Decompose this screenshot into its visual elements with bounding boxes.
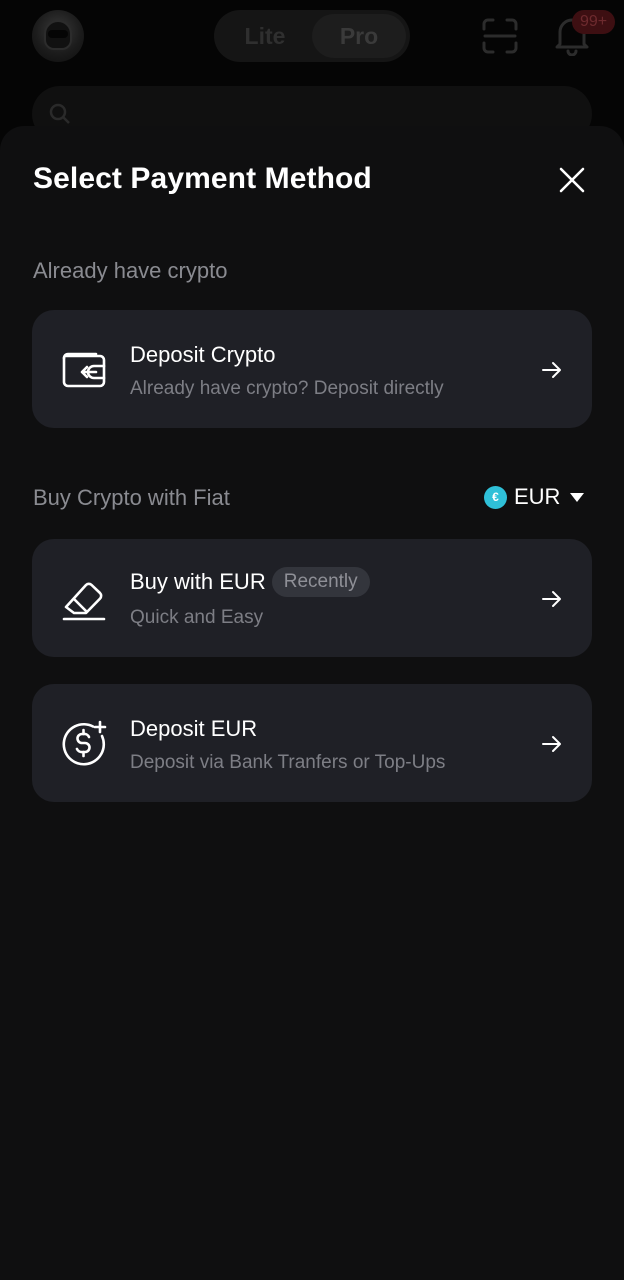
mode-toggle[interactable]: Lite Pro xyxy=(214,10,410,62)
wallet-deposit-icon xyxy=(62,352,106,388)
caret-down-icon xyxy=(570,492,585,502)
section-label-fiat: Buy Crypto with Fiat xyxy=(33,485,230,510)
option-title-text: Buy with EUR xyxy=(130,569,266,594)
currency-selector[interactable]: € EUR xyxy=(484,482,585,512)
option-title: Deposit Crypto xyxy=(130,342,276,367)
mode-option-pro[interactable]: Pro xyxy=(312,14,406,58)
option-subtitle: Quick and Easy xyxy=(130,607,264,628)
option-title: Deposit EUR xyxy=(130,716,258,741)
scan-icon[interactable] xyxy=(482,18,518,54)
option-title: Buy with EUR Recently xyxy=(130,567,370,597)
arrow-right-icon xyxy=(542,736,561,752)
visor xyxy=(48,30,68,38)
section-label-crypto: Already have crypto xyxy=(33,258,228,283)
search-icon xyxy=(49,103,70,124)
euro-icon: € xyxy=(484,485,507,509)
recently-badge: Recently xyxy=(271,567,370,597)
deposit-eur-option[interactable]: Deposit EUR Deposit via Bank Tranfers or… xyxy=(32,684,592,802)
currency-code: EUR xyxy=(514,484,561,509)
option-subtitle: Already have crypto? Deposit directly xyxy=(130,378,444,399)
buy-with-eur-option[interactable]: Buy with EUR Recently Quick and Easy xyxy=(32,539,592,657)
notification-badge: 99+ xyxy=(572,10,616,34)
arrow-right-icon xyxy=(542,591,561,607)
sheet-title: Select Payment Method xyxy=(33,162,372,195)
card-eraser-icon xyxy=(62,582,106,621)
payment-method-sheet: Select Payment Method Already have crypt… xyxy=(0,126,624,1280)
option-subtitle: Deposit via Bank Tranfers or Top-Ups xyxy=(130,752,446,773)
deposit-crypto-option[interactable]: Deposit Crypto Already have crypto? Depo… xyxy=(32,310,592,428)
close-icon xyxy=(559,167,585,193)
dollar-plus-icon xyxy=(62,720,107,766)
close-button[interactable] xyxy=(554,162,590,198)
mode-option-lite[interactable]: Lite xyxy=(218,14,312,58)
avatar[interactable] xyxy=(32,10,84,62)
arrow-right-icon xyxy=(542,362,561,378)
